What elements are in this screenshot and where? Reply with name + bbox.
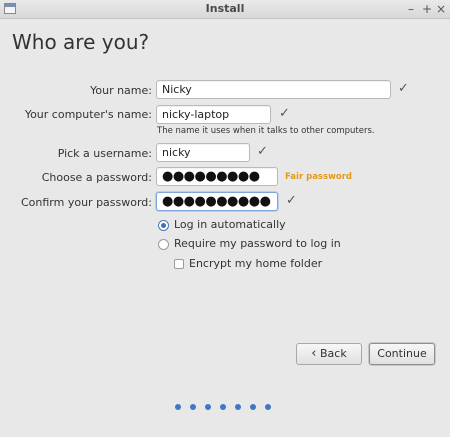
- name-label: Your name:: [90, 84, 152, 97]
- encrypt-home-checkbox[interactable]: [174, 259, 184, 269]
- confirm-password-label: Confirm your password:: [20, 196, 152, 209]
- encrypt-home-label[interactable]: Encrypt my home folder: [189, 257, 322, 270]
- username-valid-check-icon: ✓: [257, 144, 268, 159]
- computer-name-label: Your computer's name:: [24, 108, 152, 121]
- password-label: Choose a password:: [41, 171, 152, 184]
- require-password-radio[interactable]: [158, 239, 169, 250]
- progress-dot: [220, 404, 226, 410]
- username-field[interactable]: nicky: [156, 143, 250, 162]
- minimize-icon[interactable]: –: [408, 1, 414, 17]
- username-label: Pick a username:: [57, 147, 152, 160]
- confirm-password-field[interactable]: ●●●●●●●●●●: [156, 192, 278, 211]
- password-strength-indicator: Fair password: [285, 172, 353, 182]
- continue-button[interactable]: Continue: [369, 343, 435, 365]
- chevron-left-icon: ‹: [311, 346, 317, 361]
- close-icon[interactable]: ×: [436, 1, 446, 17]
- auto-login-radio[interactable]: [158, 220, 169, 231]
- name-field[interactable]: Nicky: [156, 80, 391, 99]
- computer-name-hint: The name it uses when it talks to other …: [157, 126, 375, 136]
- page-title: Who are you?: [12, 30, 150, 54]
- name-valid-check-icon: ✓: [398, 81, 409, 96]
- progress-dot: [250, 404, 256, 410]
- back-button[interactable]: ‹ Back: [296, 343, 362, 365]
- title-bar: Install – + ×: [0, 0, 450, 19]
- progress-dot: [190, 404, 196, 410]
- auto-login-label[interactable]: Log in automatically: [174, 218, 286, 231]
- require-password-label[interactable]: Require my password to log in: [174, 237, 341, 250]
- progress-dot: [265, 404, 271, 410]
- confirm-password-valid-check-icon: ✓: [286, 193, 297, 208]
- computer-name-field[interactable]: nicky-laptop: [156, 105, 271, 124]
- computer-name-valid-check-icon: ✓: [279, 106, 290, 121]
- progress-dot: [235, 404, 241, 410]
- progress-dot: [175, 404, 181, 410]
- password-field[interactable]: ●●●●●●●●●: [156, 167, 278, 186]
- back-button-label: Back: [319, 347, 347, 360]
- window-title: Install: [205, 2, 245, 15]
- progress-dot: [205, 404, 211, 410]
- maximize-icon[interactable]: +: [422, 1, 432, 17]
